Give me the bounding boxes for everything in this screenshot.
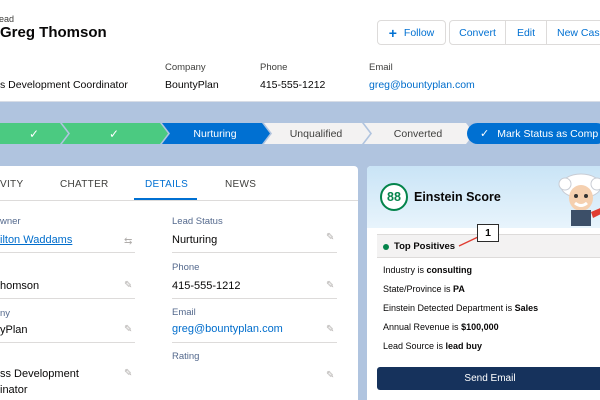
- edit-lead-status-icon[interactable]: ✎: [326, 232, 334, 243]
- edit-button[interactable]: Edit: [506, 20, 547, 45]
- highlight-email-link[interactable]: greg@bountyplan.com: [369, 79, 475, 91]
- insight-row: Industry is consulting: [383, 265, 472, 275]
- title-value-line1: ss Development: [0, 368, 79, 380]
- einstein-panel: 88 Einstein Score Top Positives Industry…: [367, 166, 600, 400]
- positive-indicator-dot: [383, 244, 389, 250]
- edit-name-icon[interactable]: ✎: [124, 280, 132, 291]
- highlight-email-label: Email: [369, 62, 393, 73]
- convert-button[interactable]: Convert: [449, 20, 506, 45]
- highlight-title-label: [0, 62, 128, 73]
- insight-value: Sales: [514, 303, 539, 313]
- insight-prefix: State/Province is: [383, 284, 454, 294]
- record-header: ead Greg Thomson + Follow Convert Edit N…: [0, 0, 600, 102]
- einstein-header: 88 Einstein Score: [367, 166, 600, 228]
- path-step-complete-2[interactable]: ✓: [60, 123, 168, 144]
- email-label: Email: [172, 307, 196, 318]
- insight-value: consulting: [426, 265, 473, 275]
- rating-label: Rating: [172, 351, 200, 362]
- path-step-unqualified[interactable]: Unqualified: [262, 123, 370, 144]
- mark-status-button[interactable]: ✓ Mark Status as Comp: [467, 123, 600, 144]
- insight-value: $100,000: [461, 322, 499, 332]
- phone-value: 415-555-1212: [172, 280, 241, 292]
- path-step-label: Unqualified: [289, 127, 343, 140]
- insight-prefix: Industry is: [383, 265, 427, 275]
- path-step-label: Nurturing: [193, 127, 237, 140]
- highlight-email: Email greg@bountyplan.com: [369, 62, 475, 91]
- name-value: homson: [0, 280, 40, 292]
- path-step-label: Converted: [393, 127, 443, 140]
- edit-email-icon[interactable]: ✎: [326, 324, 334, 335]
- insight-row: Einstein Detected Department is Sales: [383, 303, 538, 313]
- object-type-label: ead: [0, 14, 15, 24]
- insight-prefix: Annual Revenue is: [383, 322, 462, 332]
- field-divider: [0, 342, 135, 343]
- owner-link[interactable]: ilton Waddams: [0, 234, 72, 246]
- tab-news[interactable]: NEWS: [225, 179, 256, 190]
- header-actions: + Follow Convert Edit New Case: [377, 20, 600, 45]
- tab-details[interactable]: DETAILS: [145, 179, 188, 190]
- check-icon: ✓: [28, 126, 40, 141]
- insight-prefix: Lead Source is: [383, 341, 446, 351]
- insight-value: lead buy: [445, 341, 483, 351]
- callout-number-badge: 1: [477, 224, 499, 242]
- field-divider: [172, 298, 337, 299]
- edit-title-icon[interactable]: ✎: [124, 368, 132, 379]
- details-panel: VITY CHATTER DETAILS NEWS wner ilton Wad…: [0, 166, 358, 400]
- path-step-complete-1[interactable]: ✓: [0, 123, 68, 144]
- insight-value: PA: [453, 284, 465, 294]
- highlight-company: Company BountyPlan: [165, 62, 219, 91]
- mark-status-label: Mark Status as Comp: [497, 127, 599, 140]
- email-link[interactable]: greg@bountyplan.com: [172, 323, 283, 335]
- check-icon: ✓: [108, 126, 120, 141]
- record-name: Greg Thomson: [0, 24, 107, 41]
- edit-company-icon[interactable]: ✎: [124, 324, 132, 335]
- field-divider: [172, 342, 337, 343]
- insight-prefix: Einstein Detected Department is: [383, 303, 515, 313]
- tab-chatter[interactable]: CHATTER: [60, 179, 109, 190]
- insight-row: Lead Source is lead buy: [383, 341, 482, 351]
- follow-label: Follow: [403, 26, 435, 39]
- field-divider: [172, 252, 337, 253]
- insight-row: Annual Revenue is $100,000: [383, 322, 499, 332]
- highlight-company-value: BountyPlan: [165, 79, 219, 91]
- path-step-converted[interactable]: Converted: [362, 123, 474, 144]
- lead-status-value: Nurturing: [172, 234, 218, 246]
- record-header-top: ead Greg Thomson + Follow Convert Edit N…: [0, 0, 600, 52]
- path-step-nurturing[interactable]: Nurturing: [160, 123, 270, 144]
- plus-icon: +: [388, 24, 397, 41]
- company-value: yPlan: [0, 324, 28, 336]
- send-email-button[interactable]: Send Email: [377, 367, 600, 390]
- lead-status-label: Lead Status: [172, 216, 223, 227]
- field-divider: [0, 252, 135, 253]
- einstein-mascot-icon: [558, 173, 600, 226]
- phone-label: Phone: [172, 262, 200, 273]
- einstein-title: Einstein Score: [414, 190, 501, 204]
- highlight-company-label: Company: [165, 62, 206, 73]
- einstein-score-badge: 88: [380, 183, 408, 211]
- active-tab-indicator: [134, 198, 197, 200]
- record-tabs: VITY CHATTER DETAILS NEWS: [0, 166, 358, 201]
- edit-rating-icon[interactable]: ✎: [326, 370, 334, 381]
- owner-label: wner: [0, 216, 21, 227]
- highlight-title-value: s Development Coordinator: [0, 79, 128, 91]
- check-icon: ✓: [480, 128, 490, 140]
- change-owner-icon[interactable]: ⇆: [124, 236, 132, 247]
- highlight-phone: Phone 415-555-1212: [260, 62, 325, 91]
- highlight-phone-label: Phone: [260, 62, 288, 73]
- company-label: ny: [0, 308, 11, 319]
- new-case-button[interactable]: New Case: [547, 20, 600, 45]
- title-value-line2: inator: [0, 384, 28, 396]
- highlight-phone-value: 415-555-1212: [260, 79, 326, 91]
- edit-phone-icon[interactable]: ✎: [326, 280, 334, 291]
- tab-activity[interactable]: VITY: [0, 179, 23, 190]
- insight-row: State/Province is PA: [383, 284, 465, 294]
- top-positives-label: Top Positives: [394, 241, 456, 252]
- field-divider: [0, 298, 135, 299]
- follow-button[interactable]: + Follow: [377, 20, 446, 45]
- highlight-title: s Development Coordinator: [0, 62, 128, 91]
